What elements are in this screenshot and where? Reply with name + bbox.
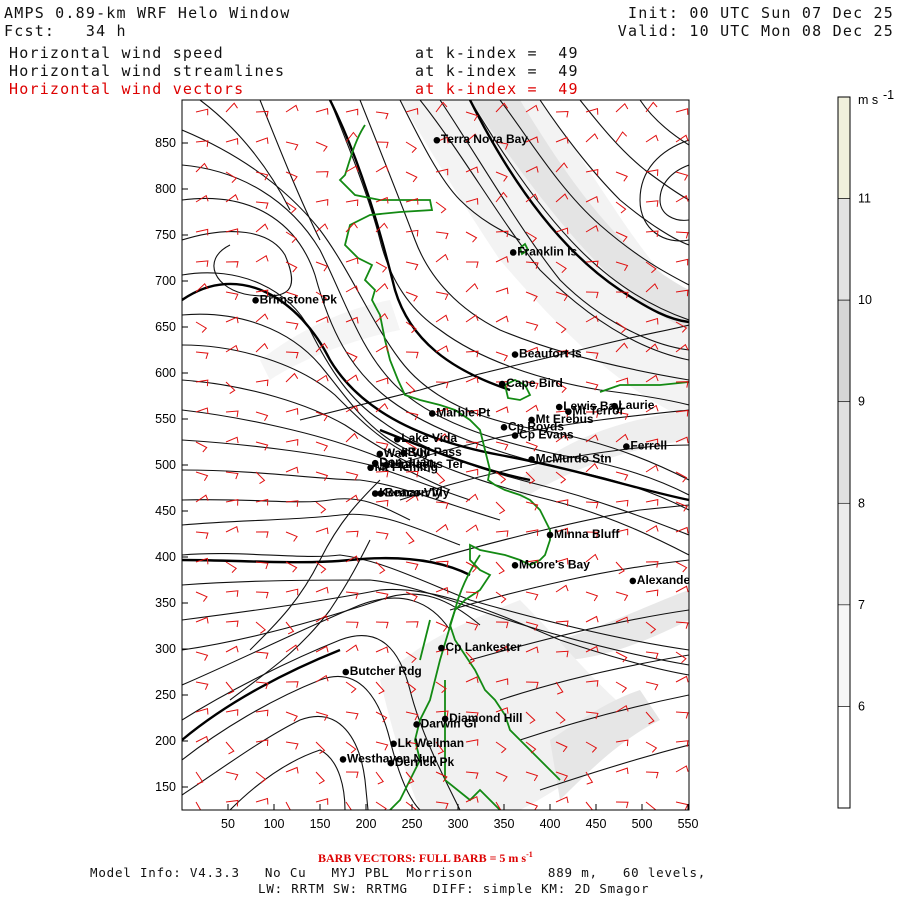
y-tick-label: 450 <box>155 504 176 518</box>
y-tick-label: 850 <box>155 136 176 150</box>
colorbar-segment <box>837 299 851 403</box>
place-label: Brimstone Pk <box>260 292 338 306</box>
place-label: Moore's Bay <box>519 557 590 571</box>
physics-info: LW: RRTM SW: RRTMG DIFF: simple KM: 2D S… <box>258 881 650 896</box>
place-marker <box>546 531 554 539</box>
place-label: Alexander <box>637 573 695 587</box>
y-tick-label: 700 <box>155 274 176 288</box>
place-label: Derrick Pk <box>395 755 455 769</box>
place-label: Minna Bluff <box>554 527 620 541</box>
place-marker <box>511 351 519 358</box>
place-marker <box>433 136 441 144</box>
place-marker <box>509 249 517 256</box>
y-axis: 850 800 750 700 650 600 550 500 450 400 350 300 250 2… <box>155 136 188 794</box>
x-tick-label: 400 <box>540 817 561 831</box>
place-label: Lake Vida <box>401 431 457 445</box>
place-marker <box>387 759 395 767</box>
x-tick-label: 100 <box>264 817 285 831</box>
place-marker <box>428 410 436 417</box>
y-tick-label: 350 <box>155 596 176 610</box>
x-tick-label: 150 <box>310 817 331 831</box>
place-label: Cp Evans <box>519 428 574 442</box>
colorbar-segment <box>837 198 851 301</box>
plot-area: Terra Nova Bay Franklin Is Brimstone Pk Bea… <box>182 100 695 810</box>
place-marker <box>623 443 630 450</box>
colorbar: 11 10 9 8 7 6 m s -1 <box>837 88 894 809</box>
y-tick-label: 600 <box>155 366 176 380</box>
colorbar-label: 9 <box>858 395 865 409</box>
y-tick-label: 500 <box>155 458 176 472</box>
place-label: Cape Bird <box>506 376 563 390</box>
y-tick-label: 250 <box>155 688 176 702</box>
place-marker <box>511 432 519 439</box>
place-label: Darwin Gl <box>421 716 477 730</box>
x-tick-label: 500 <box>632 817 653 831</box>
place-marker <box>382 461 390 469</box>
place-label: Terra Nova Bay <box>441 132 528 146</box>
place-marker <box>342 668 350 676</box>
place-marker <box>367 464 374 472</box>
place-marker <box>377 490 385 497</box>
place-label: Marble Pt <box>436 405 490 419</box>
colorbar-segment <box>837 401 851 504</box>
place-label: Linnaeus Ter <box>390 457 464 471</box>
x-tick-label: 300 <box>448 817 469 831</box>
y-tick-label: 400 <box>155 550 176 564</box>
colorbar-segment <box>837 706 851 809</box>
place-label: Beacon Vly <box>385 486 450 500</box>
place-marker <box>528 456 535 463</box>
y-tick-label: 150 <box>155 780 176 794</box>
colorbar-label: 10 <box>858 293 872 307</box>
x-tick-label: 550 <box>678 817 699 831</box>
colorbar-segment <box>837 502 851 606</box>
place-marker <box>498 380 506 388</box>
place-label: Franklin Is <box>517 244 577 258</box>
colorbar-units-exp: -1 <box>883 88 894 102</box>
place-marker <box>500 423 508 431</box>
place-marker <box>555 403 563 411</box>
colorbar-segment <box>837 96 851 199</box>
colorbar-units: m s <box>858 93 878 107</box>
place-marker <box>629 577 637 585</box>
place-marker <box>413 721 420 728</box>
colorbar-label: 8 <box>858 496 865 510</box>
place-label: Butcher Rdg <box>350 664 422 678</box>
y-tick-label: 650 <box>155 320 176 334</box>
y-tick-label: 750 <box>155 228 176 242</box>
place-marker <box>393 435 401 443</box>
place-marker <box>339 756 347 763</box>
place-label: McMurdo Stn <box>536 451 612 465</box>
place-label: Beaufort Is <box>519 347 582 361</box>
place-marker <box>438 644 445 652</box>
wind-map-figure: Terra Nova Bay Franklin Is Brimstone Pk Bea… <box>155 88 894 831</box>
y-tick-label: 300 <box>155 642 176 656</box>
place-marker <box>511 561 519 569</box>
place-label: Ferrell <box>630 439 667 453</box>
x-tick-label: 50 <box>221 817 235 831</box>
x-tick-label: 200 <box>356 817 377 831</box>
model-info: Model Info: V4.3.3 No Cu MYJ PBL Morriso… <box>90 865 707 880</box>
x-tick-label: 350 <box>494 817 515 831</box>
place-marker <box>252 297 259 304</box>
y-tick-label: 550 <box>155 412 176 426</box>
place-marker <box>390 740 397 748</box>
x-tick-label: 450 <box>586 817 607 831</box>
y-tick-label: 200 <box>155 734 176 748</box>
place-label: Lk Wellman <box>398 736 464 750</box>
colorbar-label: 11 <box>858 192 871 206</box>
barb-note: BARB VECTORS: FULL BARB = 5 m s-1 <box>318 850 533 865</box>
colorbar-label: 7 <box>858 598 865 612</box>
place-label: Cp Lankester <box>445 640 521 654</box>
colorbar-segment <box>837 604 851 707</box>
y-tick-label: 800 <box>155 182 176 196</box>
colorbar-label: 6 <box>858 699 865 713</box>
x-tick-label: 250 <box>402 817 423 831</box>
